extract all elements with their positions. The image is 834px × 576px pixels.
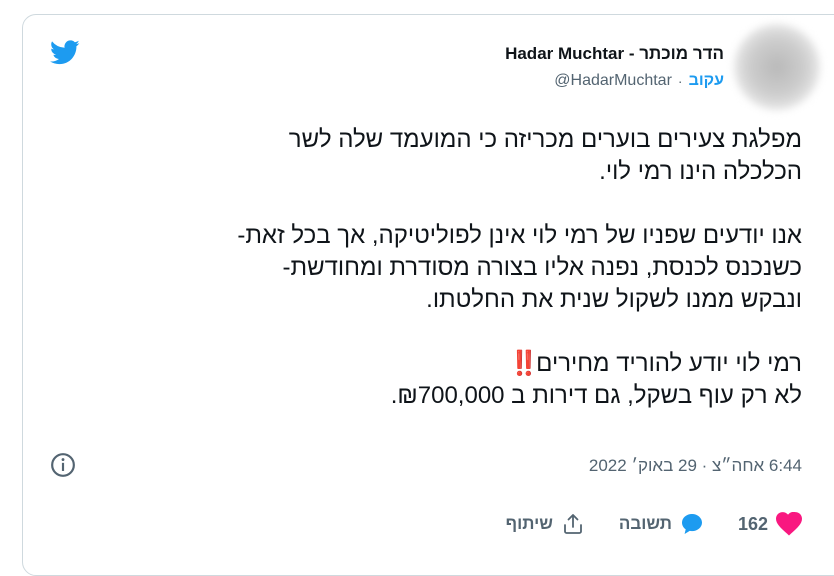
tweet-line-with-emoji: רמי לוי יודע להוריד מחירים‼️ [42, 348, 802, 380]
tweet-line: כשנכנס לכנסת, נפנה אליו בצורה מסודרת ומח… [282, 254, 802, 281]
share-label: שיתוף [505, 514, 553, 533]
tweet-line: הכלכלה הינו רמי לוי. [599, 158, 802, 185]
info-icon[interactable] [50, 452, 76, 478]
twitter-logo-icon[interactable] [48, 37, 82, 67]
tweet-header: Hadar Muchtar - הדר מוכתר עקוב · @HadarM… [505, 44, 724, 90]
reply-bubble-icon [681, 514, 702, 534]
tweet-timestamp[interactable]: 6:44 אחה״צ · 29 באוק׳ 2022 [589, 456, 802, 476]
avatar[interactable] [734, 24, 820, 110]
display-name[interactable]: Hadar Muchtar - הדר מוכתר [505, 44, 724, 64]
tweet-paragraph-1: מפלגת צעירים בוערים מכריזה כי המועמד שלה… [42, 124, 802, 188]
tweet-paragraph-3: רמי לוי יודע להוריד מחירים‼️ לא רק עוף ב… [42, 348, 802, 412]
separator-dot: · [677, 73, 683, 89]
tweet-line: מפלגת צעירים בוערים מכריזה כי המועמד שלה… [288, 126, 802, 153]
tweet-line: לא רק עוף בשקל, גם דירות ב ₪700,000. [390, 382, 802, 409]
tweet-paragraph-2: אנו יודעים שפניו של רמי לוי אינן לפוליטי… [42, 220, 802, 316]
tweet-actions: 162 תשובה שיתוף [472, 512, 802, 536]
reply-button[interactable]: תשובה [619, 512, 704, 536]
double-exclamation-emoji: ‼️ [509, 350, 539, 377]
reply-label: תשובה [618, 514, 672, 533]
share-icon [563, 514, 582, 534]
like-button[interactable]: 162 [738, 512, 802, 536]
share-button[interactable]: שיתוף [506, 512, 585, 536]
tweet-line: אנו יודעים שפניו של רמי לוי אינן לפוליטי… [237, 222, 802, 249]
user-handle[interactable]: @HadarMuchtar [554, 72, 672, 90]
heart-icon [776, 512, 802, 536]
tweet-text: מפלגת צעירים בוערים מכריזה כי המועמד שלה… [42, 124, 802, 412]
follow-button[interactable]: עקוב [689, 72, 724, 90]
like-count: 162 [737, 513, 768, 534]
tweet-line: ונבקש ממנו לשקול שנית את החלטתו. [426, 286, 802, 313]
tweet-line: רמי לוי יודע להוריד מחירים [536, 350, 802, 377]
